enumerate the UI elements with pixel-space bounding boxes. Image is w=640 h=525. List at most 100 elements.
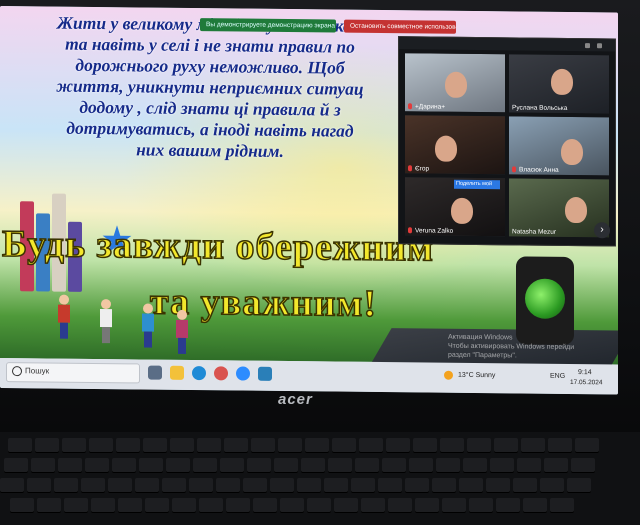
keyboard-key: [197, 438, 221, 452]
share-tooltip: Поделить мой: [454, 179, 500, 190]
keyboard-key: [523, 498, 547, 512]
keyboard-key: [382, 458, 406, 472]
task-view-icon[interactable]: [148, 365, 162, 380]
keyboard-key: [143, 438, 167, 452]
keyboard-key: [4, 458, 28, 472]
keyboard-key: [216, 478, 240, 492]
keyboard-key: [253, 498, 277, 512]
keyboard-key: [490, 458, 514, 472]
clock-time[interactable]: 9:14: [578, 369, 592, 376]
keyboard-key: [280, 498, 304, 512]
video-call-panel: +Дарина+ Руслана Вольська Єгор Власюк Ан…: [398, 36, 616, 247]
keyboard-key: [31, 458, 55, 472]
keyboard-key: [243, 478, 267, 492]
keyboard-key: [436, 458, 460, 472]
keyboard-key: [413, 438, 437, 452]
keyboard-key: [540, 478, 564, 492]
keyboard-key: [405, 478, 429, 492]
file-explorer-icon[interactable]: [170, 365, 184, 380]
clock-date[interactable]: 17.05.2024: [570, 379, 603, 386]
weather-text[interactable]: 13°C Sunny: [458, 372, 495, 379]
keyboard-key: [145, 498, 169, 512]
participant-tile[interactable]: +Дарина+: [405, 53, 505, 113]
keyboard-key: [469, 498, 493, 512]
child-figure: [100, 299, 112, 344]
keyboard-key: [494, 438, 518, 452]
keyboard-key: [496, 498, 520, 512]
keyboard-key: [442, 498, 466, 512]
language-indicator[interactable]: ENG: [550, 373, 565, 380]
keyboard-key: [170, 438, 194, 452]
keyboard-key: [548, 438, 572, 452]
keyboard-key: [116, 438, 140, 452]
keyboard-key: [332, 438, 356, 452]
keyboard-key: [118, 498, 142, 512]
participant-tile[interactable]: Руслана Вольська: [509, 54, 609, 114]
mic-muted-icon: [408, 165, 412, 172]
keyboard-key: [386, 438, 410, 452]
keyboard-key: [247, 458, 271, 472]
keyboard-key: [305, 438, 329, 452]
screen-share-status: Вы демонстрируете демонстрацию экрана: [200, 18, 336, 33]
keyboard-key: [64, 498, 88, 512]
child-figure: [58, 294, 70, 339]
participant-tile[interactable]: Власюк Анна: [509, 116, 609, 176]
windows-taskbar: Пошук 13°C Sunny ENG 9:14 17.05.2024: [0, 358, 618, 395]
keyboard-key: [27, 478, 51, 492]
keyboard-key: [91, 498, 115, 512]
keyboard-key: [199, 498, 223, 512]
child-figure: [142, 303, 154, 348]
keyboard-key: [517, 458, 541, 472]
child-figure: [176, 309, 188, 354]
keyboard-key: [307, 498, 331, 512]
keyboard-key: [58, 458, 82, 472]
participant-tile[interactable]: Єгор: [405, 115, 505, 175]
keyboard-key: [459, 478, 483, 492]
chrome-browser-icon[interactable]: [214, 366, 228, 381]
keyboard-key: [85, 458, 109, 472]
keyboard-key: [571, 458, 595, 472]
keyboard-key: [251, 438, 275, 452]
keyboard-key: [567, 478, 591, 492]
keyboard-key: [81, 478, 105, 492]
keyboard-key: [324, 478, 348, 492]
windows-activation-watermark: Активация Windows Чтобы активировать Win…: [448, 333, 575, 360]
keyboard-key: [166, 458, 190, 472]
keyboard-key: [270, 478, 294, 492]
keyboard-key: [521, 438, 545, 452]
keyboard-key: [108, 478, 132, 492]
sun-icon: [444, 370, 453, 380]
keyboard-key: [89, 438, 113, 452]
keyboard-key: [8, 438, 32, 452]
keyboard-key: [162, 478, 186, 492]
edge-browser-icon[interactable]: [192, 366, 206, 381]
keyboard-key: [224, 438, 248, 452]
search-icon: [12, 366, 22, 377]
taskbar-search[interactable]: Пошук: [6, 362, 140, 384]
keyboard-key: [409, 458, 433, 472]
minimize-icon[interactable]: [585, 43, 590, 49]
keyboard-key: [486, 478, 510, 492]
search-placeholder: Пошук: [25, 366, 50, 376]
keyboard-key: [550, 498, 574, 512]
keyboard-key: [351, 478, 375, 492]
keyboard-key: [10, 498, 34, 512]
slide-title-line1: Будь завжди обережним: [1, 222, 435, 270]
zoom-app-icon[interactable]: [236, 366, 250, 381]
keyboard-key: [544, 458, 568, 472]
keyboard-key: [575, 438, 599, 452]
keyboard-key: [112, 458, 136, 472]
stop-sharing-button[interactable]: Остановить совместное использование: [344, 19, 456, 34]
close-icon[interactable]: [597, 43, 602, 49]
powerpoint-app-icon[interactable]: [258, 366, 272, 381]
keyboard-key: [328, 458, 352, 472]
keyboard-key: [432, 478, 456, 492]
keyboard-key: [278, 438, 302, 452]
keyboard-key: [189, 478, 213, 492]
keyboard-key: [513, 478, 537, 492]
laptop-keyboard: [0, 432, 640, 525]
keyboard-key: [297, 478, 321, 492]
keyboard-key: [355, 458, 379, 472]
keyboard-key: [37, 498, 61, 512]
next-page-icon[interactable]: ›: [594, 222, 610, 239]
